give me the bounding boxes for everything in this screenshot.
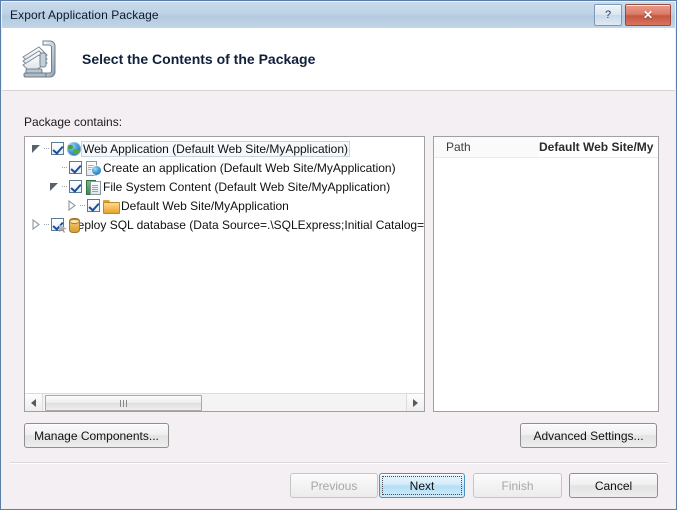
tree-connector <box>61 158 69 177</box>
tree-item-label: File System Content (Default Web Site/My… <box>103 179 391 194</box>
dialog-body: Package contains: Web Application (Defau… <box>2 91 675 508</box>
expander-expanded-icon[interactable] <box>29 139 43 158</box>
package-contains-label: Package contains: <box>24 115 123 129</box>
tree-connector <box>43 139 51 158</box>
expander-placeholder <box>47 158 61 177</box>
tree-horizontal-scrollbar[interactable] <box>25 393 424 411</box>
scrollbar-track[interactable] <box>43 394 406 411</box>
expander-collapsed-icon[interactable] <box>65 196 79 215</box>
globe-icon <box>67 142 81 156</box>
finish-button[interactable]: Finish <box>473 473 562 498</box>
previous-button[interactable]: Previous <box>290 473 378 498</box>
package-contents-tree[interactable]: Web Application (Default Web Site/MyAppl… <box>24 136 425 412</box>
tree-item-checkbox[interactable] <box>51 142 64 155</box>
tree-item-label: Web Application (Default Web Site/MyAppl… <box>81 140 351 157</box>
cancel-button[interactable]: Cancel <box>569 473 658 498</box>
tree-item-label: Deploy SQL database (Data Source=.\SQLEx… <box>69 217 424 232</box>
tree-connector <box>43 215 51 234</box>
export-application-package-dialog: Export Application Package ? ✕ Select th… <box>0 0 677 510</box>
expander-expanded-icon[interactable] <box>47 177 61 196</box>
page-title: Select the Contents of the Package <box>82 51 316 67</box>
package-export-icon <box>14 35 62 83</box>
tree-item-checkbox[interactable] <box>69 161 82 174</box>
advanced-settings-button[interactable]: Advanced Settings... <box>520 423 657 448</box>
next-button[interactable]: Next <box>379 473 465 498</box>
tree-item-label: Create an application (Default Web Site/… <box>103 160 396 175</box>
tree-item[interactable]: Default Web Site/MyApplication <box>25 196 424 215</box>
title-bar-buttons: ? ✕ <box>594 4 671 26</box>
property-name: Path <box>446 140 471 154</box>
property-value[interactable]: Default Web Site/My <box>539 137 658 157</box>
tree-rows: Web Application (Default Web Site/MyAppl… <box>25 139 424 393</box>
dialog-header: Select the Contents of the Package <box>2 28 675 91</box>
scrollbar-thumb[interactable] <box>45 395 202 411</box>
title-bar: Export Application Package ? ✕ <box>2 2 675 29</box>
help-icon: ? <box>604 9 612 21</box>
help-button[interactable]: ? <box>594 4 622 26</box>
application-document-icon <box>85 160 101 176</box>
tree-item-checkbox[interactable] <box>87 199 100 212</box>
close-button[interactable]: ✕ <box>625 4 671 26</box>
property-grid[interactable]: Path Default Web Site/My <box>433 136 659 412</box>
tree-item[interactable]: Deploy SQL database (Data Source=.\SQLEx… <box>25 215 424 234</box>
folder-icon <box>103 199 120 214</box>
file-system-icon <box>85 179 101 195</box>
manage-components-button[interactable]: Manage Components... <box>24 423 169 448</box>
thumb-grip-icon <box>119 399 128 407</box>
tree-item-label: Default Web Site/MyApplication <box>121 198 289 213</box>
tree-item[interactable]: File System Content (Default Web Site/My… <box>25 177 424 196</box>
expander-collapsed-icon[interactable] <box>29 215 43 234</box>
property-row[interactable]: Path Default Web Site/My <box>434 137 658 158</box>
scroll-right-arrow-icon[interactable] <box>406 394 424 411</box>
window-title: Export Application Package <box>10 8 159 22</box>
tree-item-checkbox[interactable] <box>69 180 82 193</box>
tree-item[interactable]: Web Application (Default Web Site/MyAppl… <box>25 139 424 158</box>
tree-connector <box>61 177 69 196</box>
tree-item[interactable]: Create an application (Default Web Site/… <box>25 158 424 177</box>
close-icon: ✕ <box>642 8 654 22</box>
tree-connector <box>79 196 87 215</box>
button-bar-separator <box>10 462 667 464</box>
scroll-left-arrow-icon[interactable] <box>25 394 43 411</box>
